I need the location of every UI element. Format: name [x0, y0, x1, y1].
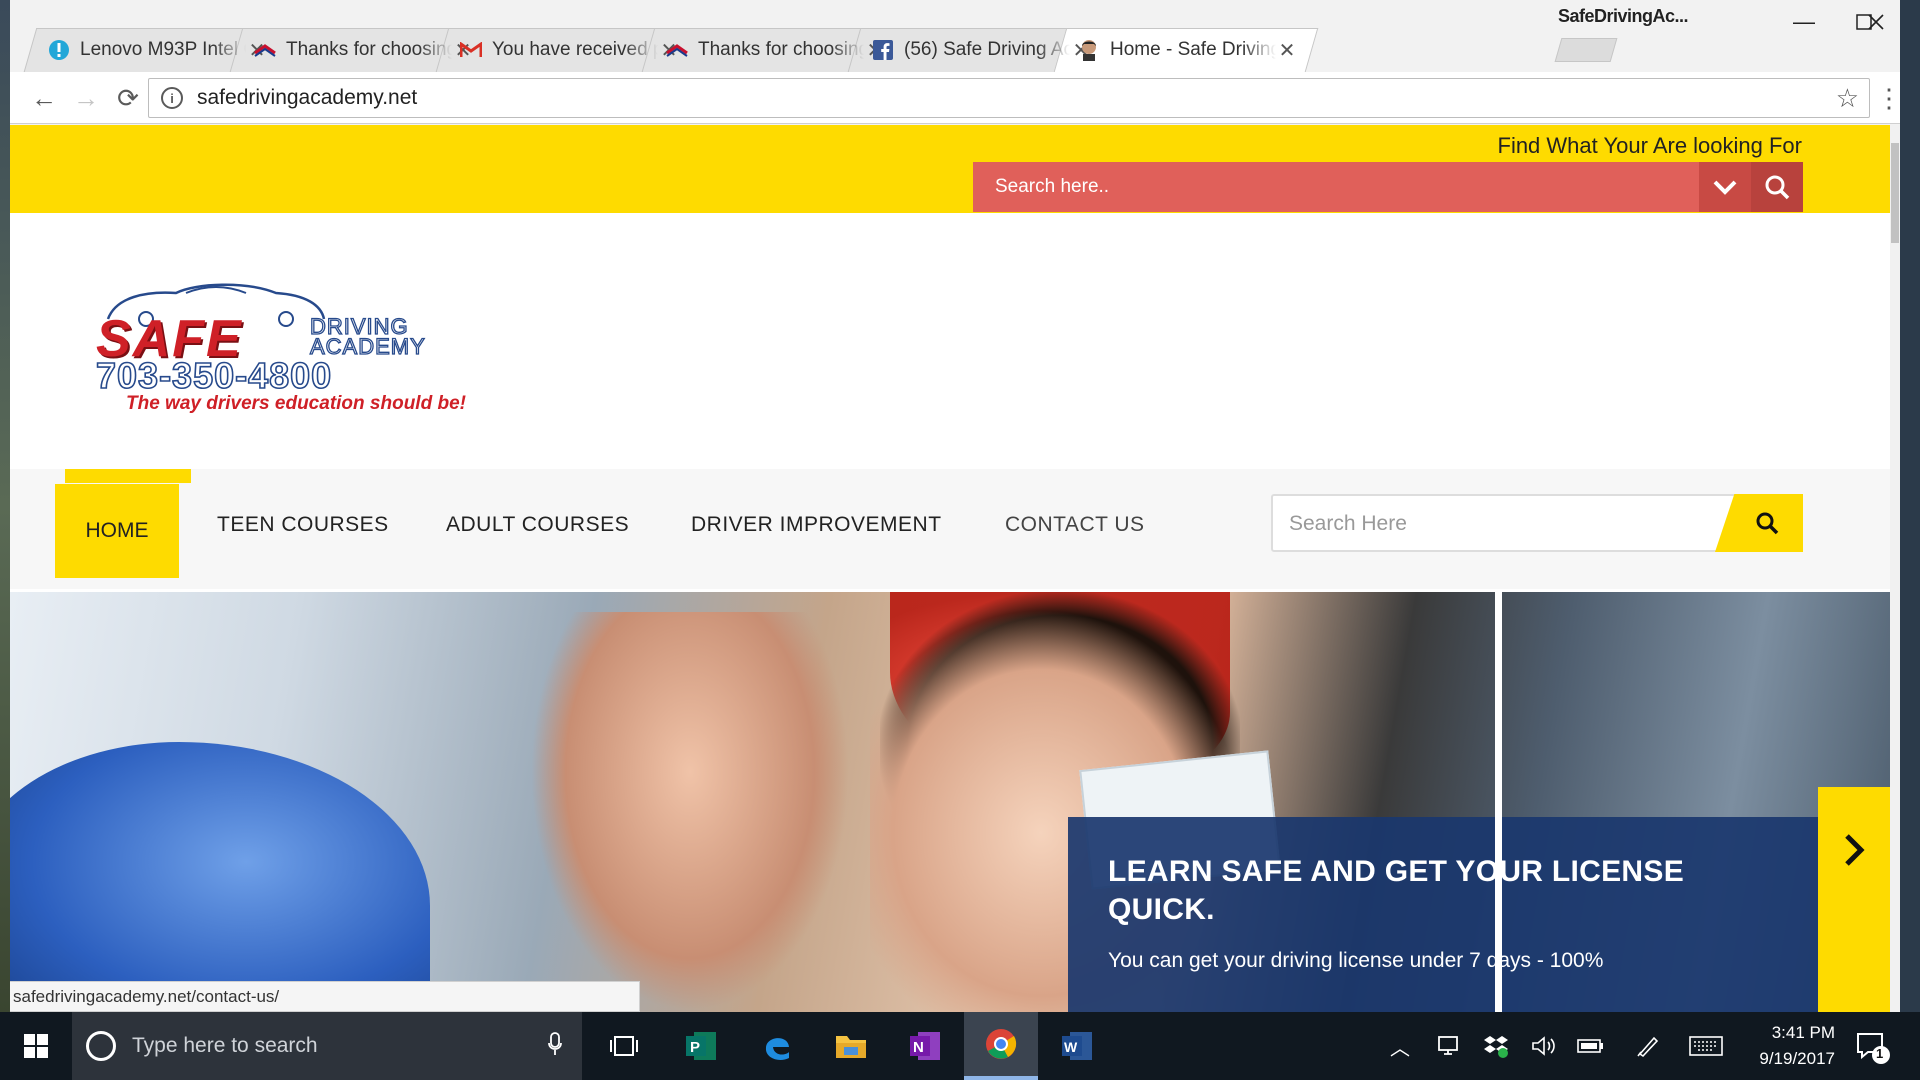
volume-icon[interactable]	[1528, 1030, 1560, 1062]
logo-phone: 703-350-4800	[95, 354, 333, 397]
clock-date: 9/19/2017	[1759, 1049, 1835, 1068]
file-explorer-icon[interactable]	[814, 1012, 888, 1080]
notification-count: 1	[1876, 1046, 1884, 1061]
tab-facebook[interactable]: (56) Safe Driving Ac ✕	[856, 28, 1096, 72]
web-page: Find What Your Are looking For Search he…	[10, 125, 1890, 1012]
taskbar-search[interactable]: Type here to search	[72, 1012, 582, 1080]
nav-contact-us[interactable]: CONTACT US	[1005, 513, 1145, 537]
nav-home[interactable]: HOME	[55, 484, 179, 578]
site-logo[interactable]: SAFE DRIVING ACADEMY 703-350-4800 The way…	[95, 279, 516, 414]
hero-title-line2: QUICK.	[1108, 893, 1215, 926]
tab-title: You have received p	[492, 39, 658, 60]
bank-of-america-icon	[254, 39, 276, 61]
address-text[interactable]: safedrivingacademy.net	[197, 86, 1836, 110]
action-center-icon[interactable]: 1	[1852, 1026, 1892, 1066]
tab-title: Lenovo M93P Intel C	[80, 39, 246, 60]
hero-slider: LEARN SAFE AND GET YOUR LICENSE QUICK. Yo…	[10, 592, 1890, 1012]
browser-window: Lenovo M93P Intel C ✕ Thanks for choosin…	[0, 0, 1900, 1012]
clock-time: 3:41 PM	[1771, 1023, 1835, 1042]
page-scrollbar[interactable]	[1890, 125, 1900, 1012]
bookmark-star-icon[interactable]: ☆	[1836, 83, 1859, 114]
microphone-icon[interactable]	[548, 1031, 562, 1061]
tab-lenovo[interactable]: Lenovo M93P Intel C ✕	[32, 28, 272, 72]
tab-title: Thanks for choosing	[698, 39, 864, 60]
hero-title-line1: LEARN SAFE AND GET YOUR LICENSE	[1108, 855, 1685, 888]
tab-thanks-1[interactable]: Thanks for choosing ✕	[238, 28, 478, 72]
close-tab-icon[interactable]: ✕	[1276, 38, 1298, 63]
pen-icon[interactable]	[1632, 1030, 1664, 1062]
hero-photo-man	[530, 612, 850, 1012]
network-icon[interactable]	[1432, 1030, 1464, 1062]
dropbox-icon[interactable]	[1480, 1030, 1512, 1062]
tab-title: Thanks for choosing	[286, 39, 452, 60]
nav-search-box: Search Here	[1271, 494, 1803, 552]
publisher-icon[interactable]: P	[664, 1012, 738, 1080]
nav-adult-courses[interactable]: ADULT COURSES	[446, 513, 629, 537]
main-nav: HOME TEEN COURSES ADULT COURSES DRIVER I…	[10, 469, 1890, 589]
svg-text:N: N	[913, 1039, 924, 1056]
cortana-icon	[86, 1031, 116, 1061]
facebook-icon	[872, 39, 894, 61]
bank-of-america-icon	[666, 39, 688, 61]
logo-tagline: The way drivers education should be!	[126, 393, 466, 414]
edge-icon[interactable]	[740, 1012, 814, 1080]
svg-text:W: W	[1064, 1039, 1078, 1055]
address-bar[interactable]: i safedrivingacademy.net ☆	[148, 78, 1870, 118]
gmail-icon	[460, 39, 482, 61]
chevron-up-icon[interactable]: ︿	[1384, 1030, 1416, 1062]
word-icon[interactable]: W	[1040, 1012, 1114, 1080]
nav-driver-improvement[interactable]: DRIVER IMPROVEMENT	[691, 513, 942, 537]
battery-icon[interactable]	[1574, 1030, 1606, 1062]
task-view-icon[interactable]	[587, 1012, 661, 1080]
taskbar: Type here to search P N W ︿ 3:41 PM 9/19…	[0, 1012, 1920, 1080]
hero-title: LEARN SAFE AND GET YOUR LICENSE QUICK.	[1108, 853, 1778, 929]
keyboard-icon[interactable]	[1686, 1030, 1726, 1062]
header-logo-area: SAFE DRIVING ACADEMY 703-350-4800 The way…	[10, 213, 1890, 469]
slider-next-button[interactable]	[1818, 787, 1890, 1012]
new-tab-button[interactable]	[1554, 38, 1618, 62]
chevron-right-icon	[1843, 833, 1865, 872]
info-icon[interactable]: i	[161, 87, 183, 109]
tab-gmail[interactable]: You have received p ✕	[444, 28, 684, 72]
find-text: Find What Your Are looking For	[1497, 133, 1803, 158]
logo-driving-text: DRIVING ACADEMY	[309, 315, 426, 358]
profile-name[interactable]: SafeDrivingAc...	[1558, 6, 1689, 27]
nav-teen-courses[interactable]: TEEN COURSES	[217, 513, 389, 537]
windows-start-icon[interactable]	[0, 1012, 72, 1080]
svg-text:P: P	[690, 1039, 700, 1056]
top-search-input[interactable]: Search here..	[973, 176, 1699, 198]
search-icon[interactable]	[1715, 494, 1803, 552]
tab-title: (56) Safe Driving Ac	[904, 39, 1070, 60]
onenote-icon[interactable]: N	[888, 1012, 962, 1080]
browser-toolbar: ← → ⟳ i safedrivingacademy.net ☆ ⋮	[10, 72, 1900, 124]
alert-icon	[48, 39, 70, 61]
tab-home-safe-driving[interactable]: Home - Safe Driving ✕	[1062, 28, 1302, 72]
avatar-icon	[1078, 39, 1100, 61]
tab-title: Home - Safe Driving	[1110, 39, 1276, 60]
top-search-bar: Search here..	[973, 162, 1803, 212]
chrome-icon[interactable]	[964, 1012, 1038, 1080]
desktop-background	[0, 0, 10, 1012]
close-window-icon[interactable]	[1846, 4, 1900, 40]
nav-search-input[interactable]: Search Here	[1289, 512, 1407, 536]
forward-icon[interactable]: →	[68, 80, 104, 116]
taskbar-search-input[interactable]: Type here to search	[132, 1034, 548, 1058]
hero-subtitle: You can get your driving license under 7…	[1108, 949, 1604, 972]
hero-caption: LEARN SAFE AND GET YOUR LICENSE QUICK. Yo…	[1068, 817, 1818, 1012]
overlay-divider	[1495, 592, 1502, 1012]
hero-photo-car	[10, 742, 430, 1012]
menu-icon[interactable]: ⋮	[1874, 80, 1900, 116]
chevron-down-icon[interactable]	[1699, 162, 1751, 212]
search-icon[interactable]	[1751, 162, 1803, 212]
back-icon[interactable]: ←	[26, 80, 62, 116]
scroll-thumb[interactable]	[1891, 143, 1899, 243]
status-bar-url: safedrivingacademy.net/contact-us/	[10, 981, 640, 1012]
reload-icon[interactable]: ⟳	[110, 80, 146, 116]
system-clock[interactable]: 3:41 PM 9/19/2017	[1740, 1020, 1835, 1072]
top-bar: Find What Your Are looking For Search he…	[10, 125, 1890, 213]
minimize-icon[interactable]: —	[1774, 4, 1834, 40]
home-accent-bar	[65, 469, 191, 483]
tab-thanks-2[interactable]: Thanks for choosing ✕	[650, 28, 890, 72]
